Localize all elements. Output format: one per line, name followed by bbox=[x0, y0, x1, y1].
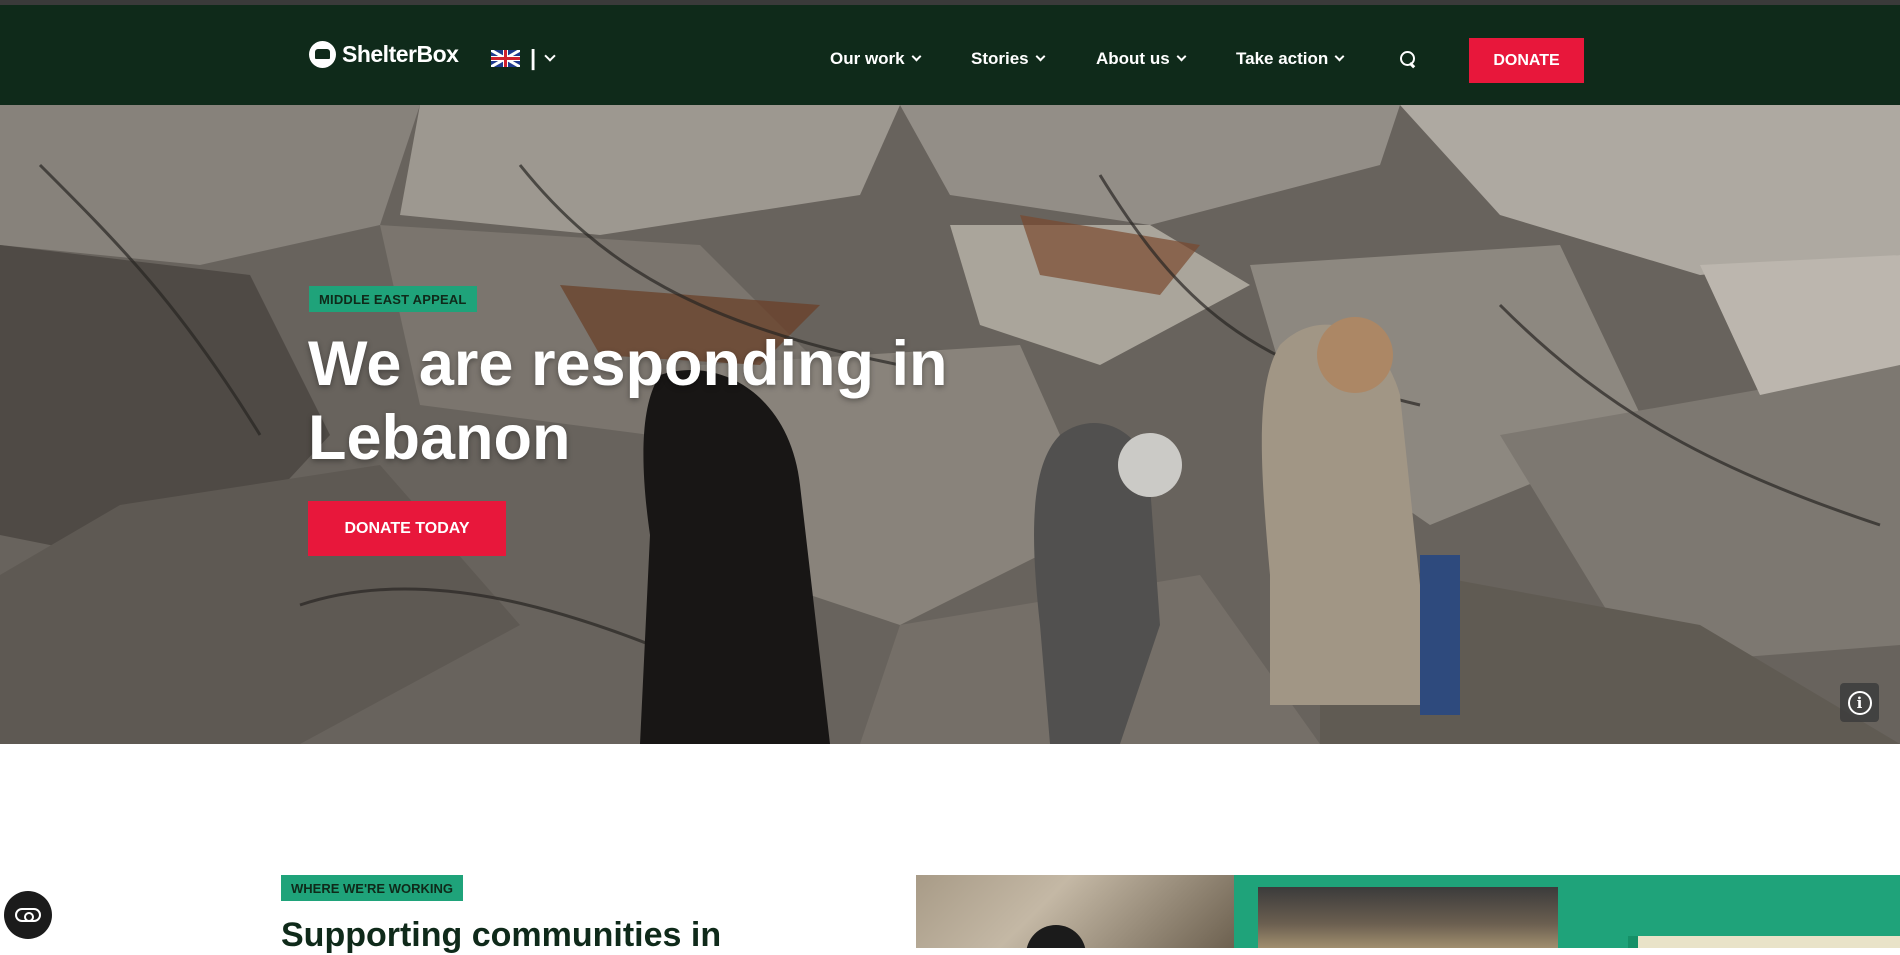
uk-flag-icon bbox=[491, 49, 520, 67]
shelterbox-logo-icon bbox=[309, 41, 336, 68]
language-selector[interactable]: | bbox=[491, 45, 556, 71]
chevron-down-icon bbox=[544, 49, 556, 62]
nav-label: Take action bbox=[1236, 49, 1329, 68]
section-heading: Supporting communities in bbox=[281, 916, 722, 954]
nav-label: About us bbox=[1096, 49, 1170, 68]
chevron-down-icon bbox=[1176, 51, 1187, 62]
feature-photo-1 bbox=[916, 875, 1234, 948]
donate-today-button[interactable]: DONATE TODAY bbox=[308, 501, 506, 556]
language-separator: | bbox=[530, 45, 537, 70]
chevron-down-icon bbox=[1035, 51, 1046, 62]
chevron-down-icon bbox=[911, 51, 922, 62]
hero-banner: MIDDLE EAST APPEAL We are responding in … bbox=[0, 105, 1900, 744]
accessibility-icon[interactable] bbox=[4, 891, 52, 939]
nav-about-us[interactable]: About us bbox=[1096, 49, 1187, 69]
logo-text: ShelterBox bbox=[342, 41, 459, 67]
nav-label: Stories bbox=[971, 49, 1029, 68]
site-header: ShelterBox | Our work Stories About us T… bbox=[0, 5, 1900, 105]
nav-stories[interactable]: Stories bbox=[971, 49, 1046, 69]
nav-label: Our work bbox=[830, 49, 905, 68]
section-tag: WHERE WE'RE WORKING bbox=[281, 875, 463, 901]
hero-tag: MIDDLE EAST APPEAL bbox=[309, 286, 477, 312]
donate-button[interactable]: DONATE bbox=[1469, 38, 1584, 83]
search-icon[interactable] bbox=[1400, 51, 1416, 67]
chevron-down-icon bbox=[1334, 51, 1345, 62]
info-icon[interactable]: i bbox=[1840, 683, 1879, 722]
shelterbox-logo[interactable]: ShelterBox bbox=[309, 41, 459, 68]
feature-photo-3 bbox=[1628, 936, 1900, 948]
feature-photo-2 bbox=[1258, 887, 1558, 948]
hero-title: We are responding in Lebanon bbox=[308, 329, 948, 473]
nav-take-action[interactable]: Take action bbox=[1236, 49, 1345, 69]
nav-our-work[interactable]: Our work bbox=[830, 49, 922, 69]
